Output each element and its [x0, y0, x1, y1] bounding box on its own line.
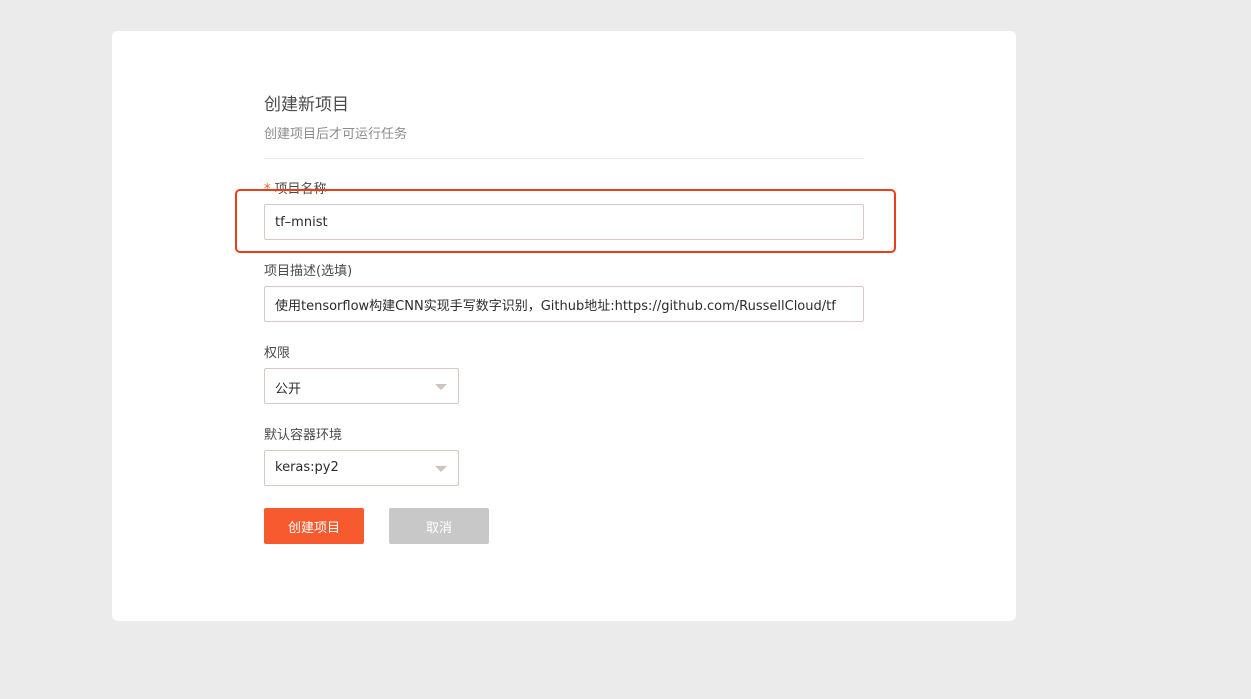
project-name-label-text: 项目名称 [274, 182, 327, 197]
chevron-down-icon [435, 466, 447, 472]
project-description-label: 项目描述(选填) [264, 264, 353, 279]
environment-label: 默认容器环境 [264, 428, 343, 443]
permission-select[interactable]: 公开 [264, 368, 459, 404]
project-name-input[interactable] [264, 204, 864, 240]
environment-select[interactable]: keras:py2 [264, 450, 459, 486]
create-project-button[interactable]: 创建项目 [264, 508, 364, 544]
required-mark: * [264, 182, 271, 197]
permission-selected-value: 公开 [275, 382, 302, 397]
project-description-input[interactable] [264, 286, 864, 322]
divider [264, 158, 864, 159]
page-title: 创建新项目 [264, 95, 349, 115]
environment-selected-value: keras:py2 [275, 460, 339, 475]
project-name-label: * 项目名称 [264, 178, 327, 197]
create-project-card: 创建新项目 创建项目后才可运行任务 *项目名称 项目描述(选填) 权限 公开 默… [112, 31, 1016, 621]
page-subtitle: 创建项目后才可运行任务 [264, 127, 408, 142]
permission-label: 权限 [264, 346, 291, 361]
cancel-button[interactable]: 取消 [389, 508, 489, 544]
chevron-down-icon [435, 384, 447, 390]
